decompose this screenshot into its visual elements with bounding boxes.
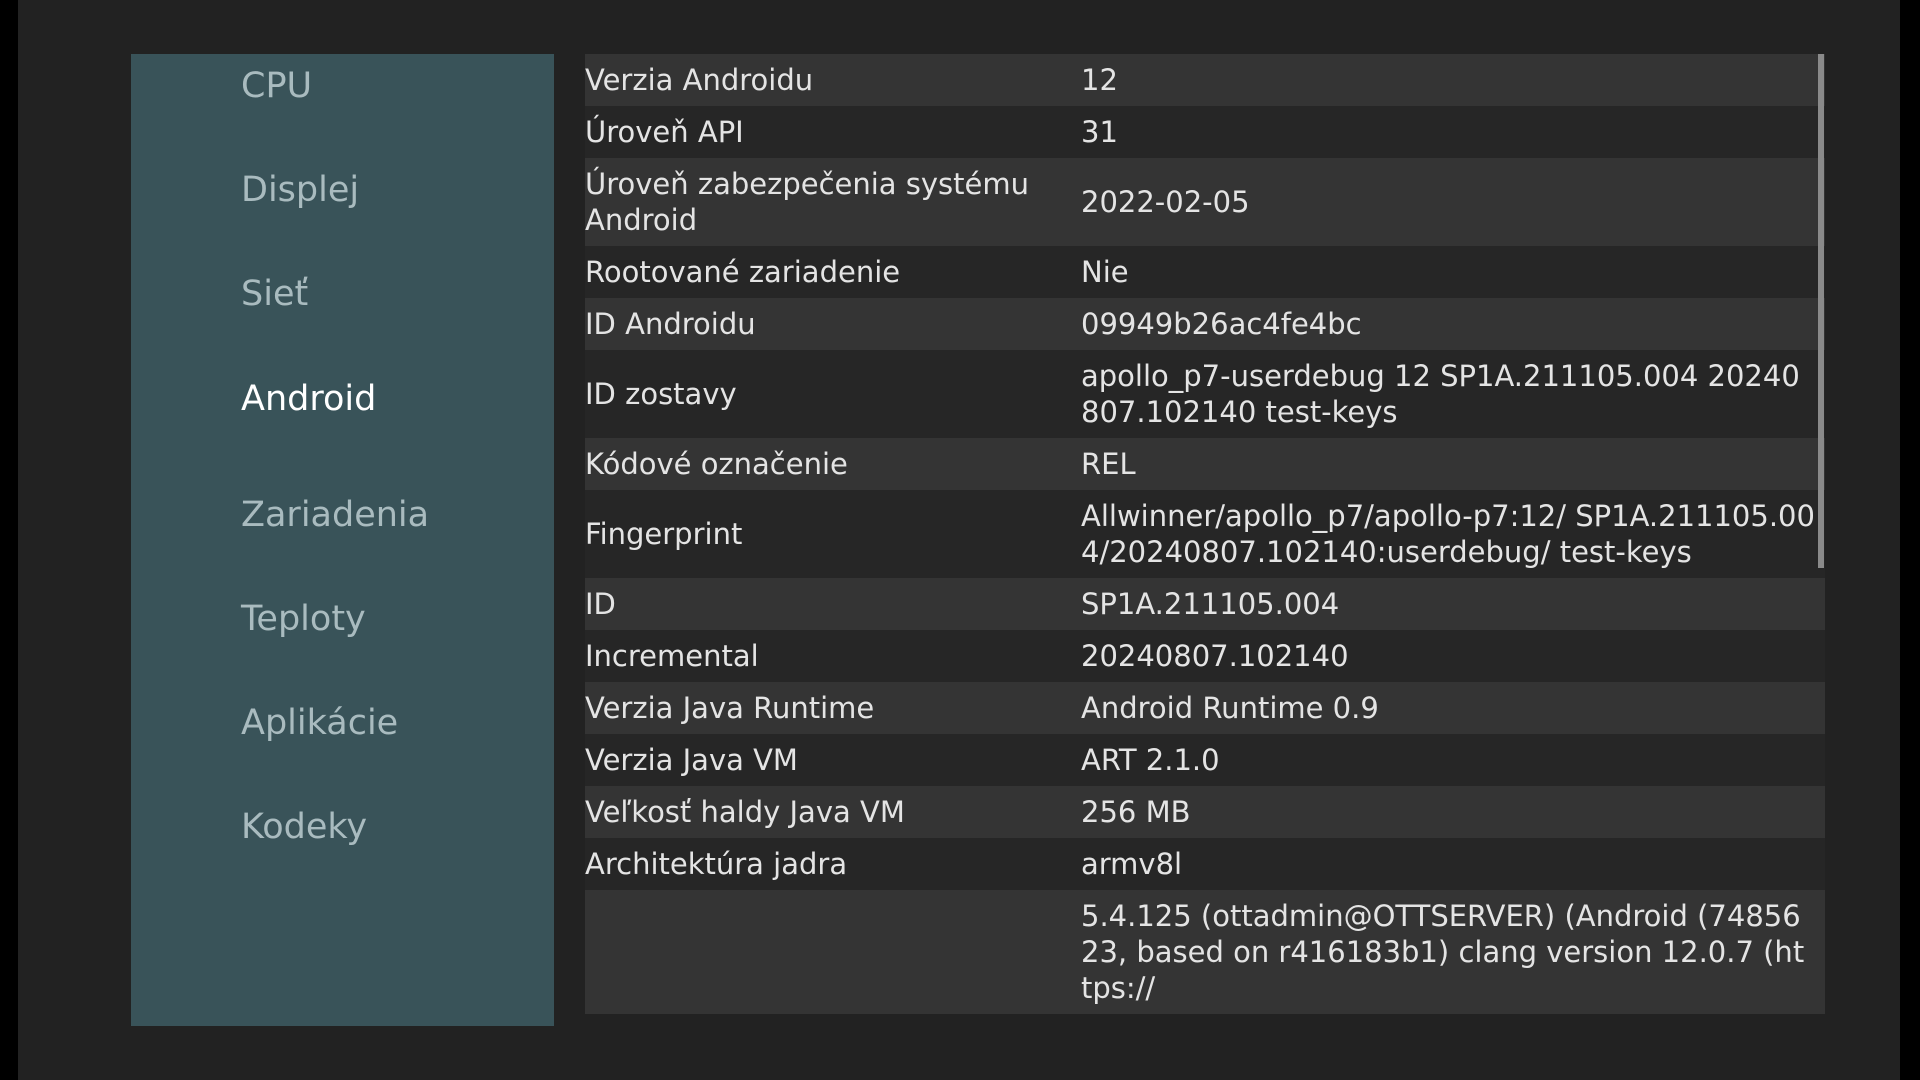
app-screen: CPU Displej Sieť Android Zariadenia Tepl… xyxy=(18,0,1900,1080)
android-info-list[interactable]: Verzia Androidu 12 Úroveň API 31 Úroveň zabe… xyxy=(585,54,1825,1026)
info-row[interactable]: ID zostavy apollo_p7-userdebug 12 SP1A.21… xyxy=(585,350,1825,438)
info-value: Nie xyxy=(1081,255,1129,289)
info-label: Rootované zariadenie xyxy=(585,255,901,289)
info-row[interactable]: Úroveň API 31 xyxy=(585,106,1825,158)
info-row[interactable]: Architektúra jadra armv8l xyxy=(585,838,1825,890)
info-label: Úroveň API xyxy=(585,115,744,149)
info-value: SP1A.211105.004 xyxy=(1081,587,1340,621)
info-row[interactable]: Veľkosť haldy Java VM 256 MB xyxy=(585,786,1825,838)
info-label: ID xyxy=(585,587,616,621)
info-row[interactable]: Verzia Java VM ART 2.1.0 xyxy=(585,734,1825,786)
info-value: armv8l xyxy=(1081,847,1183,881)
info-label: Verzia Androidu xyxy=(585,63,814,97)
info-value: 09949b26ac4fe4bc xyxy=(1081,307,1362,341)
info-label: Kódové označenie xyxy=(585,447,848,481)
info-value: REL xyxy=(1081,447,1136,481)
sidebar-item-kodeky[interactable]: Kodeky xyxy=(241,807,367,847)
info-row[interactable]: Úroveň zabezpečenia systému Android 2022-… xyxy=(585,158,1825,246)
info-row[interactable]: Incremental 20240807.102140 xyxy=(585,630,1825,682)
info-label: Incremental xyxy=(585,639,759,673)
info-row[interactable]: Verzia Androidu 12 xyxy=(585,54,1825,106)
info-label: ID Androidu xyxy=(585,307,756,341)
info-row[interactable]: Kódové označenie REL xyxy=(585,438,1825,490)
info-value: 256 MB xyxy=(1081,795,1191,829)
info-value: 12 xyxy=(1081,63,1118,97)
info-row[interactable]: Rootované zariadenie Nie xyxy=(585,246,1825,298)
sidebar-item-android[interactable]: Android xyxy=(241,379,376,419)
info-label: Verzia Java Runtime xyxy=(585,691,875,725)
info-row[interactable]: ID Androidu 09949b26ac4fe4bc xyxy=(585,298,1825,350)
sidebar-item-siet[interactable]: Sieť xyxy=(241,274,308,314)
sidebar-nav: CPU Displej Sieť Android Zariadenia Tepl… xyxy=(131,54,554,1026)
info-value: apollo_p7-userdebug 12 SP1A.211105.004 2… xyxy=(1081,359,1800,429)
info-row[interactable]: Verzia Java Runtime Android Runtime 0.9 xyxy=(585,682,1825,734)
info-value: 5.4.125 (ottadmin@OTTSERVER) (Android (7… xyxy=(1081,899,1805,1005)
info-label: ID zostavy xyxy=(585,377,737,411)
info-row[interactable]: 5.4.125 (ottadmin@OTTSERVER) (Android (7… xyxy=(585,890,1825,1014)
sidebar-item-aplikacie[interactable]: Aplikácie xyxy=(241,703,398,743)
info-value: 20240807.102140 xyxy=(1081,639,1349,673)
info-row[interactable]: Fingerprint Allwinner/apollo_p7/apollo-p7… xyxy=(585,490,1825,578)
sidebar-item-zariadenia[interactable]: Zariadenia xyxy=(241,495,429,535)
info-value: Android Runtime 0.9 xyxy=(1081,691,1379,725)
info-row[interactable]: ID SP1A.211105.004 xyxy=(585,578,1825,630)
info-label: Architektúra jadra xyxy=(585,847,848,881)
info-label: Veľkosť haldy Java VM xyxy=(585,795,905,829)
sidebar-item-displej[interactable]: Displej xyxy=(241,170,359,210)
scrollbar[interactable] xyxy=(1818,54,1824,568)
info-value: 2022-02-05 xyxy=(1081,185,1250,219)
info-value: Allwinner/apollo_p7/apollo-p7:12/ SP1A.2… xyxy=(1081,499,1815,569)
info-label: Verzia Java VM xyxy=(585,743,798,777)
info-label: Fingerprint xyxy=(585,517,743,551)
info-label: Úroveň zabezpečenia systému Android xyxy=(585,167,1030,237)
info-value: 31 xyxy=(1081,115,1118,149)
sidebar-item-teploty[interactable]: Teploty xyxy=(241,599,366,639)
sidebar-item-cpu[interactable]: CPU xyxy=(241,66,312,106)
info-value: ART 2.1.0 xyxy=(1081,743,1220,777)
